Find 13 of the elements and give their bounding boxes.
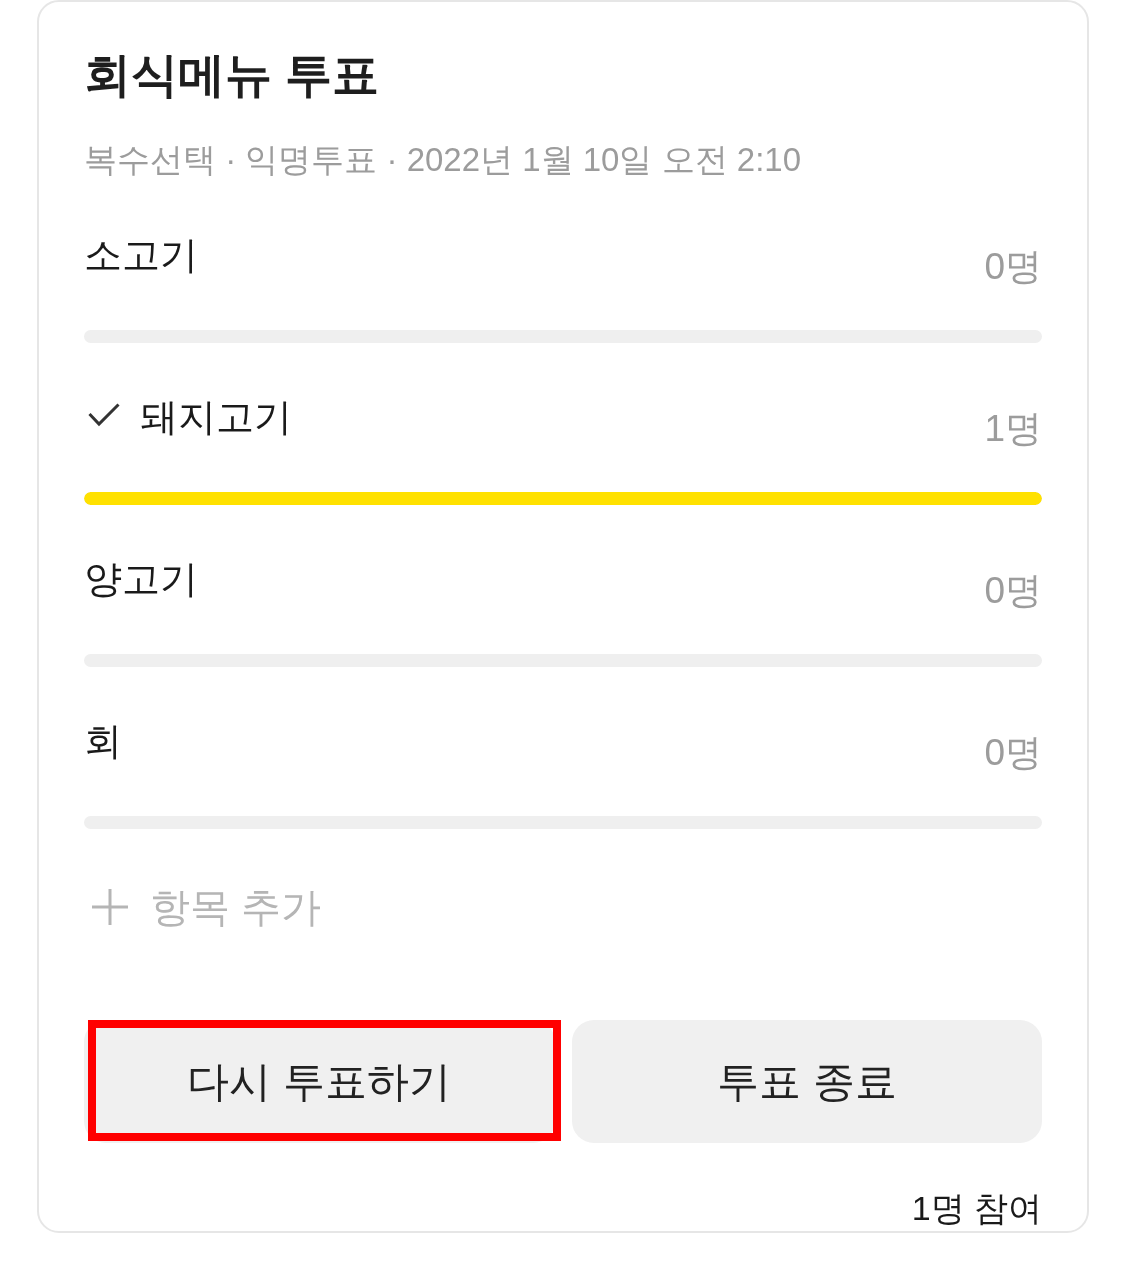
vote-count: 0명 <box>984 245 1042 289</box>
participant-count: 1명 참여 <box>911 1188 1042 1228</box>
poll-title: 회식메뉴 투표 <box>84 47 380 103</box>
option-label: 양고기 <box>84 557 198 602</box>
vote-count: 0명 <box>984 731 1042 775</box>
plus-icon <box>92 889 128 925</box>
vote-button[interactable]: 투표 종료 <box>571 1020 1042 1143</box>
vote-count: 0명 <box>984 569 1042 613</box>
option-label: 소고기 <box>84 233 198 278</box>
option-label: 회 <box>84 719 122 764</box>
vote-count: 1명 <box>984 407 1042 451</box>
option-label: 돼지고기 <box>140 395 292 440</box>
poll-meta: 복수선택 · 익명투표 · 2022년 1월 10일 오전 2:10 <box>84 140 802 180</box>
